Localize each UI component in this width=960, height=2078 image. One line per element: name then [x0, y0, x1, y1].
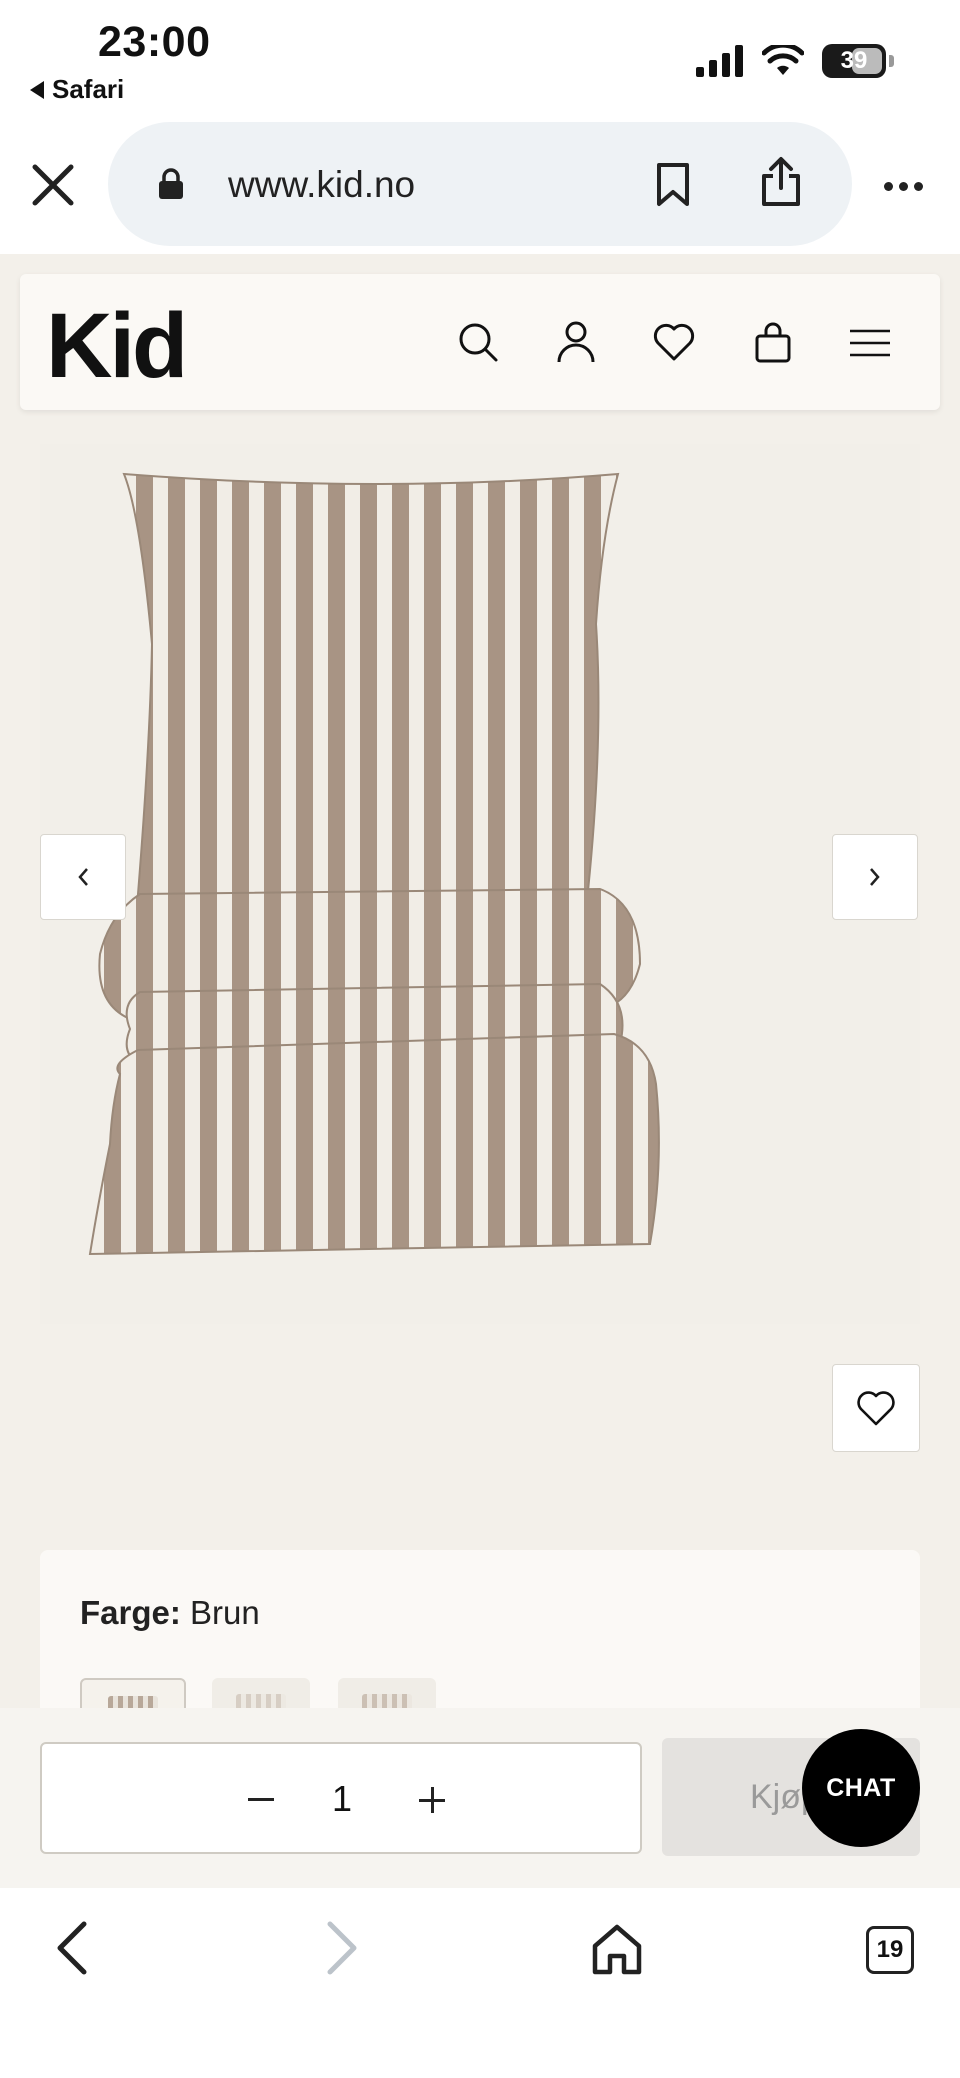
product-image[interactable]	[40, 444, 920, 1324]
status-icons: 39	[696, 44, 894, 78]
decrease-quantity-button[interactable]	[248, 1798, 274, 1801]
battery-icon: 39	[822, 44, 886, 78]
search-icon[interactable]	[456, 320, 500, 364]
menu-hamburger-icon[interactable]	[848, 328, 892, 358]
carousel-next-button[interactable]	[832, 834, 918, 920]
status-time: 23:00	[98, 18, 211, 66]
browser-bar: www.kid.no	[0, 118, 960, 254]
wishlist-heart-icon[interactable]	[652, 320, 696, 364]
wifi-icon	[762, 45, 804, 75]
increase-quantity-button[interactable]	[406, 1774, 458, 1826]
web-page: Kid Farge: Brun	[0, 254, 960, 1888]
status-bar: 23:00 Safari 39	[0, 0, 960, 118]
url-text: www.kid.no	[228, 164, 416, 205]
quantity-stepper: 1	[40, 1742, 642, 1854]
home-icon[interactable]	[590, 1922, 644, 1976]
site-header: Kid	[20, 274, 940, 410]
shopping-bag-icon[interactable]	[754, 320, 792, 364]
browser-toolbar: 19	[0, 1888, 960, 2078]
cellular-signal-icon	[696, 45, 743, 77]
more-options-icon[interactable]	[884, 182, 923, 191]
back-arrow-icon[interactable]	[52, 1916, 92, 1980]
color-label: Farge: Brun	[80, 1594, 260, 1632]
color-label-key: Farge:	[80, 1594, 181, 1631]
back-triangle-icon	[30, 80, 44, 99]
bookmark-icon[interactable]	[656, 162, 690, 208]
quantity-value[interactable]: 1	[332, 1778, 352, 1820]
back-app-label: Safari	[52, 74, 125, 104]
tabs-button[interactable]: 19	[866, 1926, 914, 1974]
kid-logo[interactable]: Kid	[46, 294, 188, 399]
battery-nub	[889, 55, 894, 67]
striped-bedding-image	[88, 472, 660, 1256]
share-icon[interactable]	[760, 156, 802, 208]
chevron-left-icon	[78, 868, 88, 886]
lock-icon	[159, 168, 183, 199]
color-label-value: Brun	[190, 1594, 260, 1631]
chevron-right-icon	[870, 868, 880, 886]
account-icon[interactable]	[556, 320, 596, 364]
add-to-wishlist-button[interactable]	[832, 1364, 920, 1452]
battery-level: 39	[840, 47, 868, 74]
carousel-prev-button[interactable]	[40, 834, 126, 920]
heart-icon	[857, 1391, 895, 1426]
back-to-safari-link[interactable]: Safari	[30, 74, 124, 105]
chat-button[interactable]: CHAT	[802, 1729, 920, 1847]
close-icon[interactable]	[30, 162, 76, 208]
buy-bar: 1 Kjøp CHAT	[0, 1708, 960, 1888]
forward-arrow-icon[interactable]	[322, 1916, 362, 1980]
address-bar[interactable]: www.kid.no	[108, 122, 852, 246]
